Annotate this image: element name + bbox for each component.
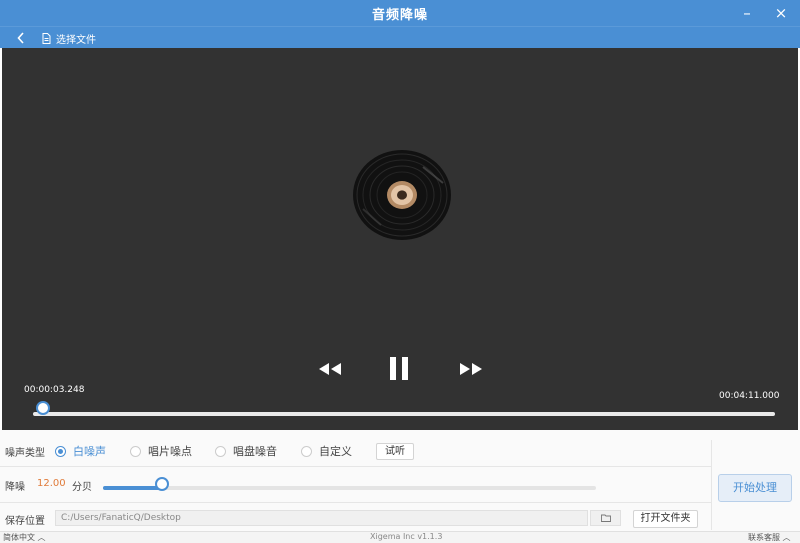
toolbar: 选择文件 (0, 26, 800, 48)
radio-record-crackle[interactable]: 唱片噪点 (130, 443, 192, 459)
radio-label: 唱片噪点 (148, 445, 192, 458)
language-selector[interactable]: 简体中文 ︿ (3, 532, 46, 543)
start-processing-button[interactable]: 开始处理 (718, 474, 792, 502)
fast-forward-button[interactable] (459, 362, 483, 376)
total-time: 00:04:11.000 (719, 391, 780, 401)
radio-white-noise[interactable]: 白噪声 (55, 443, 106, 459)
noise-reduction-value: 12.00 (37, 478, 66, 489)
status-bar: 简体中文 ︿ Xigema Inc v1.1.3 联系客服 ︿ (0, 531, 800, 543)
vinyl-disc-icon (353, 150, 451, 240)
close-button[interactable]: × (771, 3, 791, 23)
radio-indicator (301, 445, 312, 457)
noise-reduction-slider-track[interactable] (103, 486, 596, 490)
noise-reduction-label: 降噪 (5, 482, 25, 493)
save-path-field[interactable]: C:/Users/FanaticQ/Desktop (55, 510, 588, 526)
radio-label: 唱盘噪音 (233, 445, 277, 458)
version-label: Xigema Inc v1.1.3 (370, 532, 443, 541)
rewind-button[interactable] (318, 362, 342, 376)
radio-label: 自定义 (319, 445, 352, 458)
noise-type-label: 噪声类型 (5, 448, 45, 459)
title-bar: 音频降噪 – × (0, 0, 800, 26)
save-location-label: 保存位置 (5, 516, 45, 527)
folder-icon (600, 514, 611, 522)
select-file-label: 选择文件 (56, 35, 96, 46)
open-folder-button[interactable]: 打开文件夹 (633, 510, 698, 528)
select-file-button[interactable]: 选择文件 (42, 31, 96, 46)
noise-reduction-slider-fill (103, 486, 163, 490)
chevron-up-icon: ︿ (782, 533, 791, 542)
contact-label: 联系客服 (748, 533, 780, 542)
divider (0, 502, 711, 503)
radio-indicator (55, 445, 66, 457)
language-label: 简体中文 (3, 533, 35, 542)
back-button[interactable] (14, 29, 28, 48)
minimize-button[interactable]: – (737, 3, 757, 23)
window-title: 音频降噪 (371, 8, 428, 23)
radio-custom[interactable]: 自定义 (301, 443, 352, 459)
radio-label: 白噪声 (73, 445, 106, 458)
contact-support-link[interactable]: 联系客服 ︿ (748, 532, 791, 543)
radio-indicator (130, 445, 141, 457)
browse-folder-button[interactable] (590, 510, 621, 526)
noise-reduction-unit: 分贝 (72, 482, 92, 493)
preview-button[interactable]: 试听 (376, 443, 414, 460)
file-icon (42, 33, 51, 44)
panel-divider (711, 440, 712, 530)
pause-button[interactable] (388, 356, 410, 381)
radio-turntable-noise[interactable]: 唱盘噪音 (215, 443, 277, 459)
divider (0, 466, 711, 467)
chevron-up-icon: ︿ (37, 533, 46, 542)
current-time: 00:00:03.248 (24, 385, 85, 395)
radio-indicator (215, 445, 226, 457)
chevron-left-icon (17, 32, 24, 44)
playback-progress-track[interactable] (33, 412, 775, 416)
playback-progress-handle[interactable] (35, 401, 50, 415)
player-area: 00:00:03.248 00:04:11.000 (2, 48, 798, 430)
